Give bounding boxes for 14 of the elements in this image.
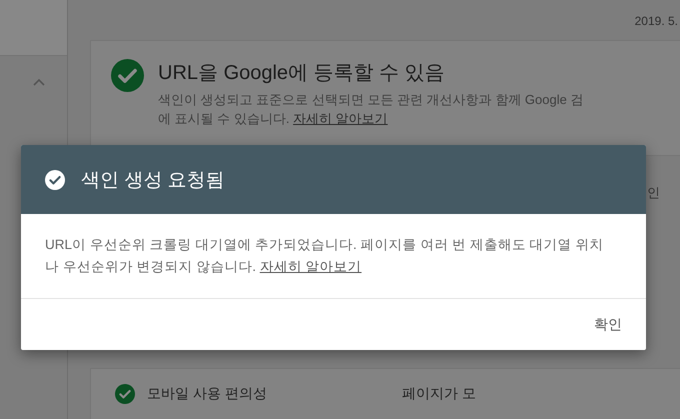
dialog-message: URL이 우선순위 크롤링 대기열에 추가되었습니다. 페이지를 여러 번 제출해도 대기열 위치나 우선순위가 변경되지 않습니다. 자세히 알아보기 <box>44 236 604 276</box>
status-description: 색인이 생성되고 표준으로 선택되면 모든 관련 개선사항과 함께 Google 검 에 표시될 수 있습니다. 자세히 알아보기 <box>158 91 584 128</box>
enhancement-label: 모바일 사용 편의성 <box>147 385 268 403</box>
enhancement-value: 페이지가 모 <box>402 385 476 403</box>
check-circle-icon <box>111 59 144 92</box>
confirm-button[interactable]: 확인 <box>584 308 632 342</box>
learn-more-link[interactable]: 자세히 알아보기 <box>293 111 388 126</box>
check-circle-icon <box>115 384 135 404</box>
dialog-title: 색인 생성 요청됨 <box>81 168 225 192</box>
check-circle-icon <box>45 170 65 190</box>
date-label: 2019. 5. <box>634 14 678 28</box>
learn-more-link[interactable]: 자세히 알아보기 <box>260 259 362 274</box>
chevron-up-icon[interactable] <box>33 78 45 86</box>
status-title: URL을 Google에 등록할 수 있음 <box>158 61 446 86</box>
